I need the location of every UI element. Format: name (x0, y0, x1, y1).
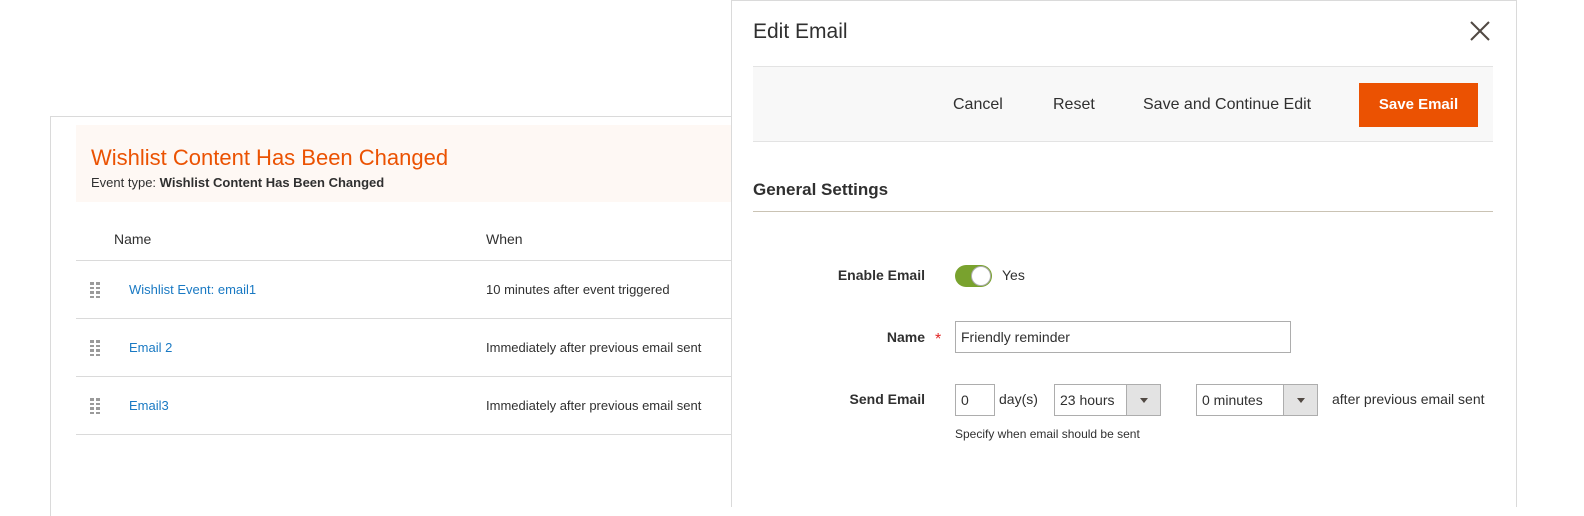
event-header: Wishlist Content Has Been Changed Event … (76, 125, 776, 202)
drag-handle-icon[interactable] (90, 340, 100, 357)
emails-grid: Name When Wishlist Event: email1 10 minu… (76, 217, 776, 435)
save-email-button[interactable]: Save Email (1359, 83, 1478, 127)
email-when: 10 minutes after event triggered (486, 282, 670, 297)
minutes-select-value: 0 minutes (1202, 392, 1263, 408)
email-name-link[interactable]: Email3 (129, 398, 169, 413)
column-header-name[interactable]: Name (114, 231, 151, 247)
enable-email-label: Enable Email (837, 267, 925, 283)
close-icon (1470, 21, 1490, 41)
close-button[interactable] (1465, 16, 1495, 46)
email-name-link[interactable]: Email 2 (129, 340, 172, 355)
grid-header: Name When (76, 217, 776, 261)
drag-handle-icon[interactable] (90, 398, 100, 415)
email-when: Immediately after previous email sent (486, 340, 702, 355)
enable-email-toggle[interactable] (955, 265, 992, 287)
modal-toolbar: Cancel Reset Save and Continue Edit Save… (753, 66, 1493, 142)
section-title-general-settings[interactable]: General Settings (753, 180, 888, 200)
table-row: Email 2 Immediately after previous email… (76, 319, 776, 377)
column-header-when[interactable]: When (486, 231, 523, 247)
minutes-select[interactable]: 0 minutes (1196, 384, 1318, 416)
table-row: Email3 Immediately after previous email … (76, 377, 776, 435)
enable-email-value: Yes (1002, 267, 1025, 283)
name-label: Name (886, 329, 925, 345)
email-name-link[interactable]: Wishlist Event: email1 (129, 282, 256, 297)
chevron-down-icon (1140, 398, 1148, 403)
hours-select[interactable]: 23 hours (1054, 384, 1161, 416)
email-when: Immediately after previous email sent (486, 398, 702, 413)
required-asterisk: * (935, 331, 942, 348)
hours-select-value: 23 hours (1060, 392, 1115, 408)
reset-button[interactable]: Reset (1053, 83, 1095, 127)
drag-handle-icon[interactable] (90, 282, 100, 299)
event-title: Wishlist Content Has Been Changed (91, 145, 449, 170)
minutes-dropdown-button[interactable] (1283, 385, 1317, 415)
table-row: Wishlist Event: email1 10 minutes after … (76, 261, 776, 319)
chevron-down-icon (1297, 398, 1305, 403)
toggle-knob (971, 266, 991, 286)
modal-title: Edit Email (753, 20, 848, 43)
event-panel: Wishlist Content Has Been Changed Event … (50, 116, 776, 516)
days-unit-label: day(s) (999, 391, 1038, 407)
send-email-label: Send Email (849, 391, 925, 407)
section-divider (753, 211, 1493, 212)
event-type-label: Event type: (91, 175, 157, 191)
event-type: Event type: Wishlist Content Has Been Ch… (91, 175, 776, 190)
after-previous-label: after previous email sent (1332, 391, 1485, 407)
days-input[interactable] (955, 384, 995, 416)
hours-dropdown-button[interactable] (1126, 385, 1160, 415)
event-type-value: Wishlist Content Has Been Changed (159, 175, 385, 191)
send-email-hint: Specify when email should be sent (955, 427, 1140, 441)
name-input[interactable] (955, 321, 1291, 353)
cancel-button[interactable]: Cancel (953, 83, 1003, 127)
save-and-continue-button[interactable]: Save and Continue Edit (1143, 83, 1311, 127)
edit-email-modal: Edit Email Cancel Reset Save and Continu… (731, 0, 1517, 507)
